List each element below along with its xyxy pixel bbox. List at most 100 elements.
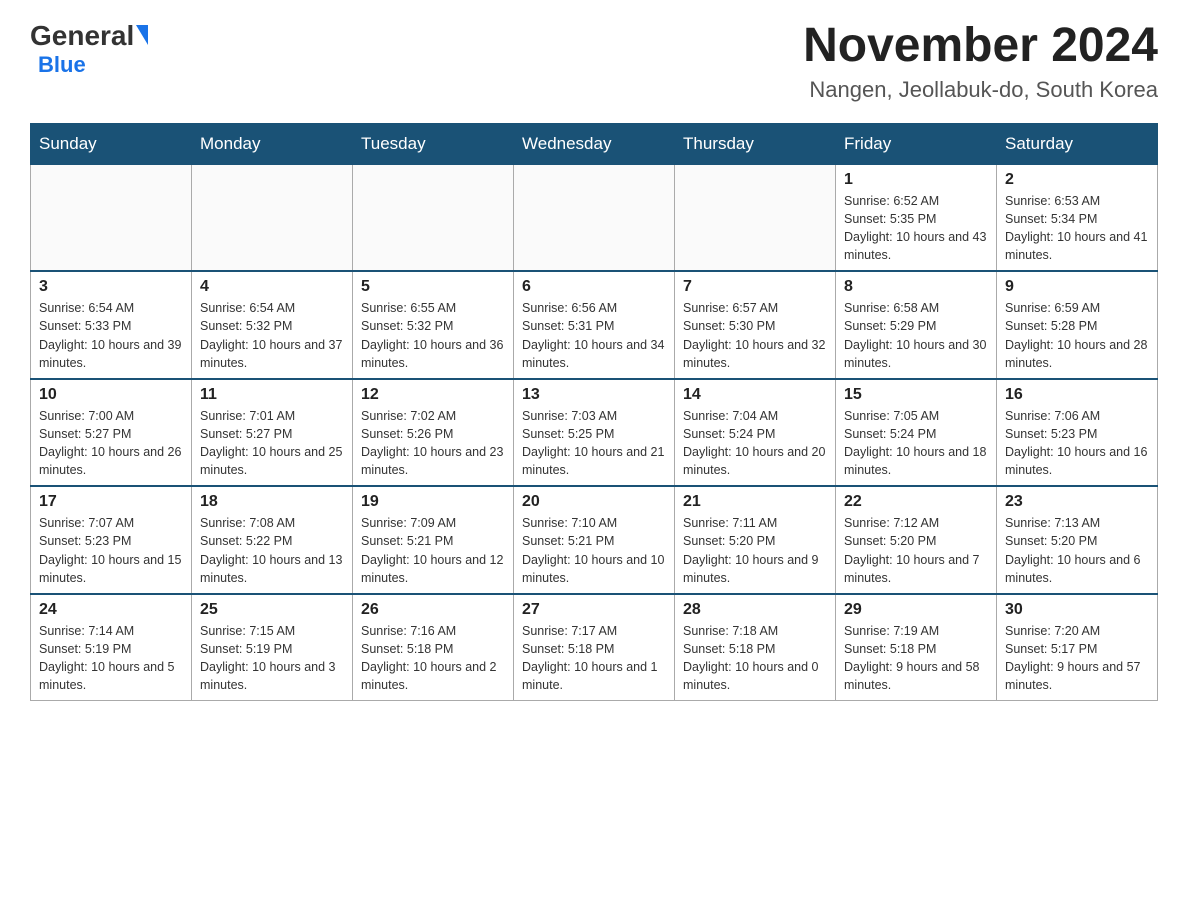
day-number: 30 (1005, 601, 1149, 619)
calendar-cell: 17 Sunrise: 7:07 AMSunset: 5:23 PMDayligh… (31, 486, 192, 594)
logo-general: General (30, 20, 134, 52)
day-number: 19 (361, 493, 505, 511)
day-number: 12 (361, 386, 505, 404)
day-number: 16 (1005, 386, 1149, 404)
calendar-cell (353, 164, 514, 271)
day-number: 26 (361, 601, 505, 619)
day-info: Sunrise: 6:53 AMSunset: 5:34 PMDaylight:… (1005, 192, 1149, 265)
day-info: Sunrise: 7:02 AMSunset: 5:26 PMDaylight:… (361, 407, 505, 480)
calendar-cell: 3Sunrise: 6:54 AMSunset: 5:33 PMDaylight… (31, 271, 192, 379)
day-info: Sunrise: 6:58 AMSunset: 5:29 PMDaylight:… (844, 299, 988, 372)
day-info: Sunrise: 7:12 AMSunset: 5:20 PMDaylight:… (844, 514, 988, 587)
day-number: 10 (39, 386, 183, 404)
day-info: Sunrise: 7:20 AMSunset: 5:17 PMDaylight:… (1005, 622, 1149, 695)
calendar-cell: 26Sunrise: 7:16 AMSunset: 5:18 PMDayligh… (353, 594, 514, 701)
calendar-cell: 5 Sunrise: 6:55 AMSunset: 5:32 PMDaylight… (353, 271, 514, 379)
location: Nangen, Jeollabuk-do, South Korea (803, 77, 1158, 103)
day-number: 8 (844, 278, 988, 296)
calendar-cell: 19Sunrise: 7:09 AMSunset: 5:21 PMDayligh… (353, 486, 514, 594)
calendar-cell: 16Sunrise: 7:06 AMSunset: 5:23 PMDayligh… (997, 379, 1158, 487)
day-info: Sunrise: 7:17 AMSunset: 5:18 PMDaylight:… (522, 622, 666, 695)
calendar-cell: 24 Sunrise: 7:14 AMSunset: 5:19 PMDayligh… (31, 594, 192, 701)
logo-blue: Blue (38, 52, 86, 77)
day-info: Sunrise: 6:56 AMSunset: 5:31 PMDaylight:… (522, 299, 666, 372)
calendar-cell: 13Sunrise: 7:03 AMSunset: 5:25 PMDayligh… (514, 379, 675, 487)
day-number: 28 (683, 601, 827, 619)
day-info: Sunrise: 7:14 AMSunset: 5:19 PMDaylight:… (39, 622, 183, 695)
weekday-header-monday: Monday (192, 123, 353, 164)
calendar-cell: 6 Sunrise: 6:56 AMSunset: 5:31 PMDaylight… (514, 271, 675, 379)
day-number: 11 (200, 386, 344, 404)
day-number: 5 (361, 278, 505, 296)
calendar-cell: 10 Sunrise: 7:00 AMSunset: 5:27 PMDayligh… (31, 379, 192, 487)
title-area: November 2024 Nangen, Jeollabuk-do, Sout… (803, 20, 1158, 103)
day-info: Sunrise: 7:15 AMSunset: 5:19 PMDaylight:… (200, 622, 344, 695)
day-info: Sunrise: 6:55 AMSunset: 5:32 PMDaylight:… (361, 299, 505, 372)
day-number: 1 (844, 171, 988, 189)
calendar-table: SundayMondayTuesdayWednesdayThursdayFrid… (30, 123, 1158, 702)
day-info: Sunrise: 6:52 AMSunset: 5:35 PMDaylight:… (844, 192, 988, 265)
day-info: Sunrise: 7:08 AMSunset: 5:22 PMDaylight:… (200, 514, 344, 587)
weekday-header-friday: Friday (836, 123, 997, 164)
day-info: Sunrise: 7:13 AMSunset: 5:20 PMDaylight:… (1005, 514, 1149, 587)
calendar-week-row: 24 Sunrise: 7:14 AMSunset: 5:19 PMDayligh… (31, 594, 1158, 701)
day-number: 2 (1005, 171, 1149, 189)
day-number: 20 (522, 493, 666, 511)
day-info: Sunrise: 7:01 AMSunset: 5:27 PMDaylight:… (200, 407, 344, 480)
calendar-cell: 20 Sunrise: 7:10 AMSunset: 5:21 PMDayligh… (514, 486, 675, 594)
day-info: Sunrise: 7:00 AMSunset: 5:27 PMDaylight:… (39, 407, 183, 480)
calendar-cell: 7 Sunrise: 6:57 AMSunset: 5:30 PMDaylight… (675, 271, 836, 379)
day-number: 15 (844, 386, 988, 404)
month-title: November 2024 (803, 20, 1158, 73)
calendar-cell: 4 Sunrise: 6:54 AMSunset: 5:32 PMDaylight… (192, 271, 353, 379)
calendar-week-row: 17 Sunrise: 7:07 AMSunset: 5:23 PMDayligh… (31, 486, 1158, 594)
day-info: Sunrise: 7:04 AMSunset: 5:24 PMDaylight:… (683, 407, 827, 480)
weekday-header-sunday: Sunday (31, 123, 192, 164)
day-info: Sunrise: 6:57 AMSunset: 5:30 PMDaylight:… (683, 299, 827, 372)
calendar-cell (192, 164, 353, 271)
weekday-header-tuesday: Tuesday (353, 123, 514, 164)
logo: General Blue (30, 20, 148, 78)
day-info: Sunrise: 6:54 AMSunset: 5:32 PMDaylight:… (200, 299, 344, 372)
weekday-header-wednesday: Wednesday (514, 123, 675, 164)
calendar-cell: 27 Sunrise: 7:17 AMSunset: 5:18 PMDayligh… (514, 594, 675, 701)
calendar-cell (31, 164, 192, 271)
day-number: 27 (522, 601, 666, 619)
calendar-cell: 21Sunrise: 7:11 AMSunset: 5:20 PMDayligh… (675, 486, 836, 594)
calendar-cell: 2 Sunrise: 6:53 AMSunset: 5:34 PMDaylight… (997, 164, 1158, 271)
day-number: 18 (200, 493, 344, 511)
calendar-week-row: 1 Sunrise: 6:52 AMSunset: 5:35 PMDaylight… (31, 164, 1158, 271)
calendar-cell: 14 Sunrise: 7:04 AMSunset: 5:24 PMDayligh… (675, 379, 836, 487)
page-header: General Blue November 2024 Nangen, Jeoll… (30, 20, 1158, 103)
day-info: Sunrise: 7:19 AMSunset: 5:18 PMDaylight:… (844, 622, 988, 695)
calendar-week-row: 3Sunrise: 6:54 AMSunset: 5:33 PMDaylight… (31, 271, 1158, 379)
day-number: 23 (1005, 493, 1149, 511)
day-info: Sunrise: 7:10 AMSunset: 5:21 PMDaylight:… (522, 514, 666, 587)
calendar-cell: 8 Sunrise: 6:58 AMSunset: 5:29 PMDaylight… (836, 271, 997, 379)
day-info: Sunrise: 7:07 AMSunset: 5:23 PMDaylight:… (39, 514, 183, 587)
weekday-header-row: SundayMondayTuesdayWednesdayThursdayFrid… (31, 123, 1158, 164)
day-number: 17 (39, 493, 183, 511)
calendar-cell (675, 164, 836, 271)
day-number: 4 (200, 278, 344, 296)
day-number: 7 (683, 278, 827, 296)
day-number: 24 (39, 601, 183, 619)
calendar-cell: 22 Sunrise: 7:12 AMSunset: 5:20 PMDayligh… (836, 486, 997, 594)
calendar-cell: 12 Sunrise: 7:02 AMSunset: 5:26 PMDayligh… (353, 379, 514, 487)
day-number: 14 (683, 386, 827, 404)
day-number: 25 (200, 601, 344, 619)
calendar-cell: 23 Sunrise: 7:13 AMSunset: 5:20 PMDayligh… (997, 486, 1158, 594)
calendar-cell: 18 Sunrise: 7:08 AMSunset: 5:22 PMDayligh… (192, 486, 353, 594)
calendar-cell: 30 Sunrise: 7:20 AMSunset: 5:17 PMDayligh… (997, 594, 1158, 701)
calendar-cell: 28 Sunrise: 7:18 AMSunset: 5:18 PMDayligh… (675, 594, 836, 701)
day-number: 3 (39, 278, 183, 296)
calendar-cell: 25 Sunrise: 7:15 AMSunset: 5:19 PMDayligh… (192, 594, 353, 701)
day-number: 6 (522, 278, 666, 296)
day-info: Sunrise: 7:18 AMSunset: 5:18 PMDaylight:… (683, 622, 827, 695)
calendar-week-row: 10 Sunrise: 7:00 AMSunset: 5:27 PMDayligh… (31, 379, 1158, 487)
day-number: 21 (683, 493, 827, 511)
day-number: 29 (844, 601, 988, 619)
calendar-cell: 11 Sunrise: 7:01 AMSunset: 5:27 PMDayligh… (192, 379, 353, 487)
day-number: 22 (844, 493, 988, 511)
logo-triangle-icon (136, 25, 148, 45)
